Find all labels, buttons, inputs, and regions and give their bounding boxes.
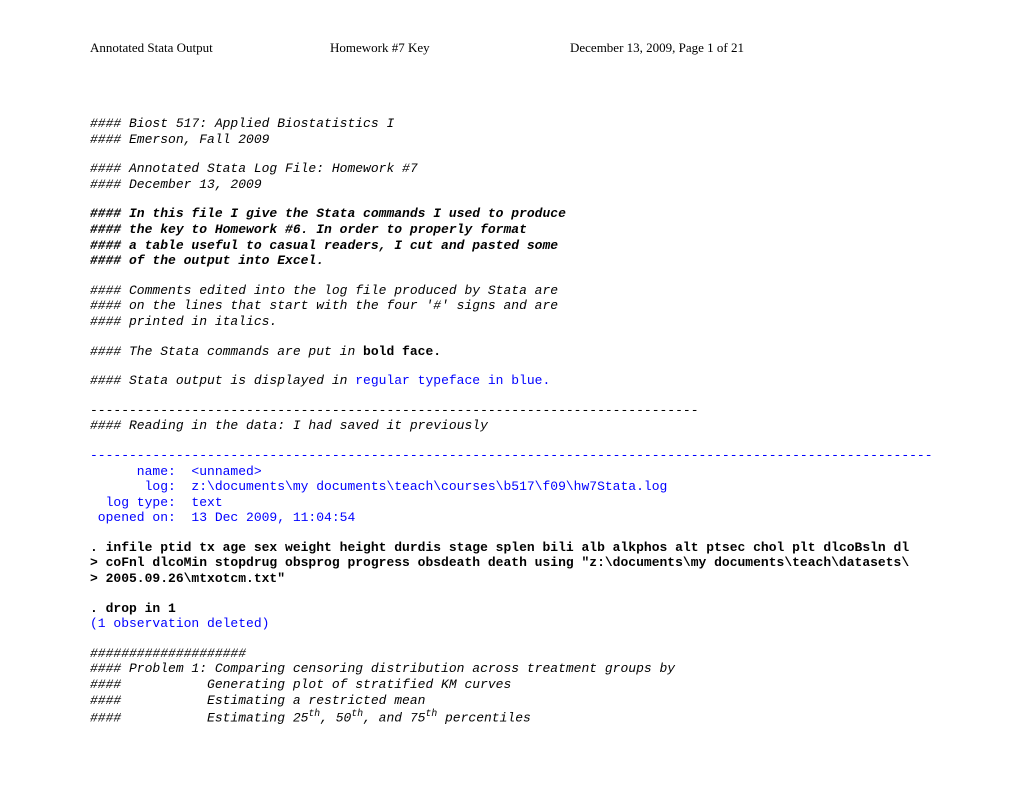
prob-line3: #### Estimating a restricted mean: [90, 693, 930, 709]
prob-line2: #### Generating plot of stratified KM cu…: [90, 677, 930, 693]
cmd-infile-1: . infile ptid tx age sex weight height d…: [90, 540, 930, 556]
intro2-line1: #### Annotated Stata Log File: Homework …: [90, 161, 418, 176]
intro4-line2: #### on the lines that start with the fo…: [90, 298, 558, 313]
intro6-prefix: #### Stata output is displayed in: [90, 373, 355, 388]
intro3-line3: #### a table useful to casual readers, I…: [90, 238, 558, 253]
intro6-blue: regular typeface in blue.: [355, 373, 550, 388]
intro-block-3: #### In this file I give the Stata comma…: [90, 206, 930, 268]
intro5-prefix: #### The Stata commands are put in: [90, 344, 363, 359]
prob-line1: #### Problem 1: Comparing censoring dist…: [90, 661, 930, 677]
prob-line4: #### Estimating 25th, 50th, and 75th per…: [90, 708, 930, 726]
page-header: Annotated Stata Output Homework #7 Key D…: [90, 40, 930, 56]
intro3-line2: #### the key to Homework #6. In order to…: [90, 222, 527, 237]
intro-block-1: #### Biost 517: Applied Biostatistics I …: [90, 116, 930, 147]
intro-block-2: #### Annotated Stata Log File: Homework …: [90, 161, 930, 192]
log-name: name: <unnamed>: [90, 464, 930, 480]
prob-header: ####################: [90, 646, 930, 662]
intro4-line1: #### Comments edited into the log file p…: [90, 283, 558, 298]
header-right: December 13, 2009, Page 1 of 21: [570, 40, 930, 56]
header-center: Homework #7 Key: [330, 40, 570, 56]
intro3-line4: #### of the output into Excel.: [90, 253, 324, 268]
intro4-line3: #### printed in italics.: [90, 314, 277, 329]
intro-block-4: #### Comments edited into the log file p…: [90, 283, 930, 330]
out-drop: (1 observation deleted): [90, 616, 930, 632]
intro1-line1: #### Biost 517: Applied Biostatistics I: [90, 116, 394, 131]
intro1-line2: #### Emerson, Fall 2009: [90, 132, 269, 147]
header-left: Annotated Stata Output: [90, 40, 330, 56]
dashes-2: ----------------------------------------…: [90, 448, 930, 464]
cmd-drop: . drop in 1: [90, 601, 930, 617]
cmd-infile-2: > coFnl dlcoMin stopdrug obsprog progres…: [90, 555, 930, 571]
dashes-1: ----------------------------------------…: [90, 403, 930, 419]
intro2-line2: #### December 13, 2009: [90, 177, 262, 192]
cmd-infile-3: > 2005.09.26\mtxotcm.txt": [90, 571, 930, 587]
log-opened: opened on: 13 Dec 2009, 11:04:54: [90, 510, 930, 526]
reading-line: #### Reading in the data: I had saved it…: [90, 418, 930, 434]
intro-block-5: #### The Stata commands are put in bold …: [90, 344, 930, 360]
intro3-line1: #### In this file I give the Stata comma…: [90, 206, 566, 221]
intro-block-6: #### Stata output is displayed in regula…: [90, 373, 930, 389]
log-path: log: z:\documents\my documents\teach\cou…: [90, 479, 930, 495]
log-type: log type: text: [90, 495, 930, 511]
intro5-bold: bold face.: [363, 344, 441, 359]
